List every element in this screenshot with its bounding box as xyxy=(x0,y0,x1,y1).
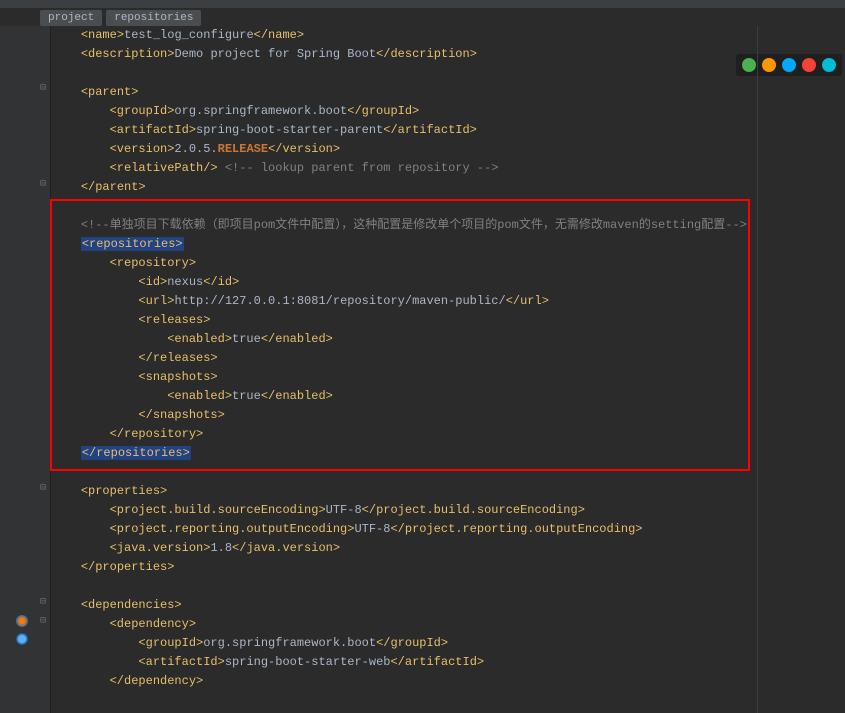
code-line: <version>2.0.5.RELEASE</version> xyxy=(52,140,845,159)
code-line: </repository> xyxy=(52,425,845,444)
code-line: <repository> xyxy=(52,254,845,273)
code-editor[interactable]: <name>test_log_configure</name> <descrip… xyxy=(52,26,845,713)
gutter-marker-icon[interactable] xyxy=(16,633,28,645)
code-line: <groupId>org.springframework.boot</group… xyxy=(52,634,845,653)
code-line: <parent> xyxy=(52,83,845,102)
code-line: <java.version>1.8</java.version> xyxy=(52,539,845,558)
ide-window: project repositories ⊟ ⊟ ⊟ ⊟ ⊟ <name>tes… xyxy=(0,0,845,713)
code-line: <releases> xyxy=(52,311,845,330)
code-line xyxy=(52,691,845,710)
code-line: <url>http://127.0.0.1:8081/repository/ma… xyxy=(52,292,845,311)
fold-handle-icon[interactable]: ⊟ xyxy=(38,484,48,494)
code-line: </properties> xyxy=(52,558,845,577)
code-line: <artifactId>spring-boot-starter-parent</… xyxy=(52,121,845,140)
code-line: </dependency> xyxy=(52,672,845,691)
code-line: <project.reporting.outputEncoding>UTF-8<… xyxy=(52,520,845,539)
code-line: <name>test_log_configure</name> xyxy=(52,26,845,45)
breadcrumb-repositories[interactable]: repositories xyxy=(106,10,201,26)
code-line: <snapshots> xyxy=(52,368,845,387)
code-line xyxy=(52,577,845,596)
breadcrumb-project[interactable]: project xyxy=(40,10,102,26)
editor-gutter: ⊟ ⊟ ⊟ ⊟ ⊟ xyxy=(0,26,51,713)
code-line: <dependencies> xyxy=(52,596,845,615)
code-line xyxy=(52,64,845,83)
fold-handle-icon[interactable]: ⊟ xyxy=(38,598,48,608)
fold-handle-icon[interactable]: ⊟ xyxy=(38,617,48,627)
fold-handle-icon[interactable]: ⊟ xyxy=(38,84,48,94)
code-line: <enabled>true</enabled> xyxy=(52,330,845,349)
code-line: <description>Demo project for Spring Boo… xyxy=(52,45,845,64)
code-line: <id>nexus</id> xyxy=(52,273,845,292)
code-line xyxy=(52,197,845,216)
code-line: <artifactId>spring-boot-starter-web</art… xyxy=(52,653,845,672)
gutter-marker-icon[interactable] xyxy=(16,615,28,627)
code-line: </parent> xyxy=(52,178,845,197)
code-line: <relativePath/> <!-- lookup parent from … xyxy=(52,159,845,178)
code-line: </repositories> xyxy=(52,444,845,463)
code-line: <properties> xyxy=(52,482,845,501)
code-line: </snapshots> xyxy=(52,406,845,425)
code-line: <groupId>org.springframework.boot</group… xyxy=(52,102,845,121)
breadcrumb: project repositories xyxy=(40,10,201,26)
code-line: </releases> xyxy=(52,349,845,368)
fold-handle-icon[interactable]: ⊟ xyxy=(38,180,48,190)
top-bar xyxy=(0,0,845,8)
code-line: <!--单独项目下载依赖（即项目pom文件中配置），这种配置是修改单个项目的po… xyxy=(52,216,845,235)
code-line xyxy=(52,463,845,482)
code-line: <enabled>true</enabled> xyxy=(52,387,845,406)
code-line: <project.build.sourceEncoding>UTF-8</pro… xyxy=(52,501,845,520)
code-line: <dependency> xyxy=(52,615,845,634)
code-line: <repositories> xyxy=(52,235,845,254)
